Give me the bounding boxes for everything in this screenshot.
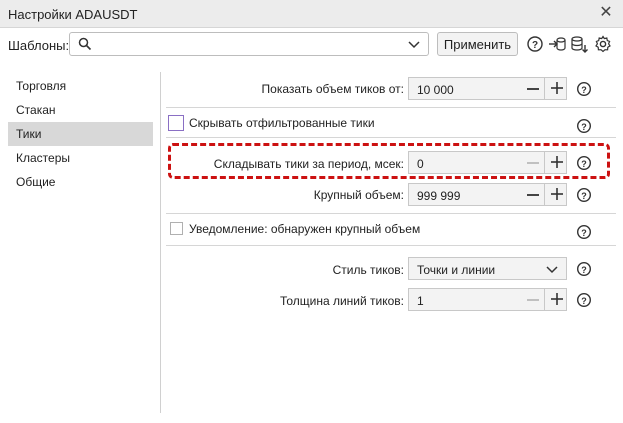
minus-icon[interactable] xyxy=(527,162,539,164)
stepper-separator xyxy=(544,152,545,173)
help-icon[interactable]: ? xyxy=(576,292,592,308)
nav-item-trading[interactable]: Торговля xyxy=(8,74,153,98)
export-icon[interactable] xyxy=(570,35,588,53)
hide-filtered-checkbox[interactable] xyxy=(168,115,184,131)
minus-icon[interactable] xyxy=(527,194,539,196)
templates-label: Шаблоны: xyxy=(8,38,70,53)
nav-item-order-book[interactable]: Стакан xyxy=(8,98,153,122)
help-icon[interactable]: ? xyxy=(576,187,592,203)
hide-filtered-label: Скрывать отфильтрованные тики xyxy=(189,116,375,130)
gear-icon[interactable] xyxy=(594,35,612,53)
large-volume-label: Крупный объем: xyxy=(313,188,404,202)
svg-text:?: ? xyxy=(581,159,587,169)
nav-item-general[interactable]: Общие xyxy=(8,170,153,194)
plus-icon[interactable] xyxy=(550,81,564,95)
nav-item-ticks[interactable]: Тики xyxy=(8,122,153,146)
line-width-label: Толщина линий тиков: xyxy=(279,294,404,308)
svg-text:?: ? xyxy=(581,85,587,95)
search-icon xyxy=(78,37,92,51)
section-separator xyxy=(166,213,616,214)
title-bar: Настройки ADAUSDT ✕ xyxy=(0,0,623,28)
chevron-down-icon xyxy=(546,266,558,274)
minus-icon[interactable] xyxy=(527,299,539,301)
svg-text:?: ? xyxy=(532,40,538,51)
panel-divider xyxy=(160,72,161,413)
tick-style-select[interactable]: Точки и линии xyxy=(408,257,567,280)
window-title: Настройки ADAUSDT xyxy=(8,7,138,22)
help-icon[interactable]: ? xyxy=(576,261,592,277)
show-volume-input[interactable]: 10 000 xyxy=(408,77,567,100)
help-icon[interactable]: ? xyxy=(576,81,592,97)
fold-period-label: Складывать тики за период, мсек: xyxy=(213,157,404,171)
help-icon[interactable]: ? xyxy=(576,155,592,171)
tick-style-label: Стиль тиков: xyxy=(332,263,404,277)
help-icon[interactable]: ? xyxy=(526,35,544,53)
plus-icon[interactable] xyxy=(550,187,564,201)
large-volume-value: 999 999 xyxy=(417,189,461,203)
section-separator xyxy=(166,245,616,246)
settings-nav: Торговля Стакан Тики Кластеры Общие xyxy=(8,74,153,194)
svg-text:?: ? xyxy=(581,265,587,275)
apply-button[interactable]: Применить xyxy=(437,32,518,56)
svg-text:?: ? xyxy=(581,191,587,201)
stepper-separator xyxy=(544,289,545,310)
section-separator xyxy=(166,137,616,138)
plus-icon[interactable] xyxy=(550,155,564,169)
import-icon[interactable] xyxy=(548,35,566,53)
help-icon[interactable]: ? xyxy=(576,118,592,134)
stepper-separator xyxy=(544,78,545,99)
minus-icon[interactable] xyxy=(527,88,539,90)
tick-style-value: Точки и линии xyxy=(417,263,496,277)
svg-text:?: ? xyxy=(581,228,587,238)
svg-text:?: ? xyxy=(581,122,587,132)
chevron-down-icon xyxy=(408,41,420,49)
notify-large-label: Уведомление: обнаружен крупный объем xyxy=(189,222,421,236)
line-width-value: 1 xyxy=(417,294,424,308)
nav-item-clusters[interactable]: Кластеры xyxy=(8,146,153,170)
help-icon[interactable]: ? xyxy=(576,224,592,240)
svg-text:?: ? xyxy=(581,296,587,306)
large-volume-input[interactable]: 999 999 xyxy=(408,183,567,206)
fold-period-input[interactable]: 0 xyxy=(408,151,567,174)
fold-period-value: 0 xyxy=(417,157,424,171)
section-separator xyxy=(166,107,616,108)
line-width-input[interactable]: 1 xyxy=(408,288,567,311)
close-icon[interactable]: ✕ xyxy=(597,4,615,22)
plus-icon[interactable] xyxy=(550,292,564,306)
templates-select[interactable] xyxy=(69,32,429,56)
show-volume-label: Показать объем тиков от: xyxy=(261,82,404,96)
notify-large-checkbox[interactable] xyxy=(170,222,183,235)
stepper-separator xyxy=(544,184,545,205)
show-volume-value: 10 000 xyxy=(417,83,454,97)
